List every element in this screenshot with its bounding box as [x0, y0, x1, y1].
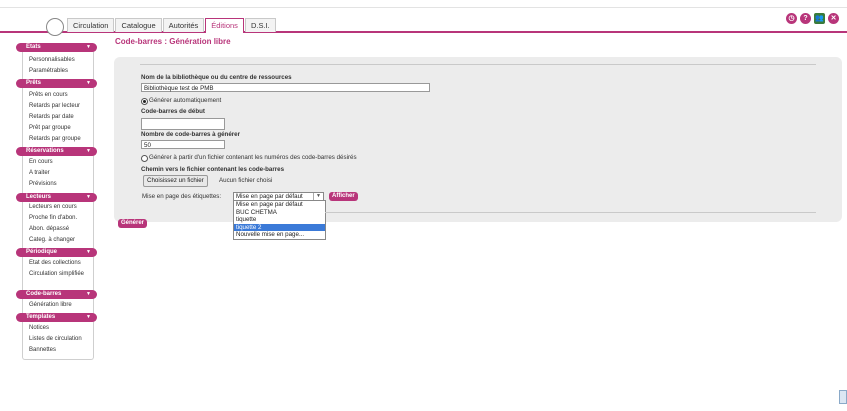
layout-dropdown: Mise en page par défaut BUC CHETMA tique… — [233, 200, 326, 240]
top-icon-bar: ◷ ? 👥 ✕ — [786, 13, 839, 24]
sidebar-item-prets-en-cours[interactable]: Prêts en cours — [29, 92, 91, 99]
sidebar-item-personnalisables[interactable]: Personnalisables — [29, 57, 91, 64]
layout-label: Mise en page des étiquettes: — [142, 193, 222, 200]
logo[interactable] — [46, 18, 64, 36]
sidebar-item-retards-date[interactable]: Retards par date — [29, 114, 91, 121]
sidebar-section-etats[interactable]: Etats ▼ — [16, 43, 97, 52]
sidebar-section-templates[interactable]: Templates ▼ — [16, 313, 97, 322]
layout-option[interactable]: Nouvelle mise en page... — [234, 231, 325, 239]
main-tabs: Circulation Catalogue Autorités Éditions… — [67, 18, 277, 33]
chevron-down-icon: ▼ — [86, 314, 91, 320]
user-group-icon[interactable]: 👥 — [814, 13, 825, 24]
chevron-down-icon: ▼ — [86, 148, 91, 154]
barcode-count-label: Nombre de code-barres à générer — [141, 131, 241, 138]
radio-auto-label: Générer automatiquement — [149, 97, 222, 104]
sidebar-item-parametrables[interactable]: Paramétrables — [29, 68, 91, 75]
chevron-down-icon: ▼ — [313, 193, 323, 200]
panel-top-divider — [140, 64, 816, 65]
sidebar-section-reservations[interactable]: Réservations ▼ — [16, 147, 97, 156]
sidebar-item-abon-depasse[interactable]: Abon. dépassé — [29, 226, 91, 233]
sidebar-item-notices[interactable]: Notices — [29, 325, 91, 332]
sidebar-item-lecteurs-en-cours[interactable]: Lecteurs en cours — [29, 204, 91, 211]
barcode-count-input[interactable]: 50 — [141, 140, 225, 149]
sidebar-item-previsions[interactable]: Prévisions — [29, 181, 91, 188]
chevron-down-icon: ▼ — [86, 44, 91, 50]
sidebar-section-lecteurs[interactable]: Lecteurs ▼ — [16, 193, 97, 202]
sidebar-item-proche-fin[interactable]: Proche fin d'abon. — [29, 215, 91, 222]
sidebar-item-retards-lecteur[interactable]: Retards par lecteur — [29, 103, 91, 110]
tab-circulation[interactable]: Circulation — [67, 18, 115, 32]
layout-option[interactable]: Mise en page par défaut — [234, 201, 325, 209]
sidebar-item-bannettes[interactable]: Bannettes — [29, 347, 91, 354]
sidebar-item-generation-libre[interactable]: Génération libre — [29, 302, 91, 309]
sidebar-item-listes-circulation[interactable]: Listes de circulation — [29, 336, 91, 343]
radio-file[interactable] — [141, 155, 148, 162]
top-divider — [0, 7, 847, 8]
sidebar-item-categ-changer[interactable]: Categ. à changer — [29, 237, 91, 244]
start-barcode-input[interactable] — [141, 118, 225, 130]
radio-file-label: Générer à partir d'un fichier contenant … — [149, 154, 357, 161]
file-none-text: Aucun fichier choisi — [219, 177, 273, 184]
layout-select-value: Mise en page par défaut — [236, 193, 303, 200]
chevron-down-icon: ▼ — [86, 291, 91, 297]
sidebar-item-pret-groupe[interactable]: Prêt par groupe — [29, 125, 91, 132]
sidebar-item-circulation-simplifiee[interactable]: Circulation simplifiée — [29, 271, 91, 278]
sidebar-item-a-traiter[interactable]: A traiter — [29, 170, 91, 177]
tab-editions[interactable]: Éditions — [205, 18, 244, 33]
chevron-down-icon: ▼ — [86, 194, 91, 200]
generate-button[interactable]: Générer — [118, 219, 148, 228]
show-button[interactable]: Afficher — [329, 192, 358, 201]
sidebar-item-retards-groupe[interactable]: Retards par groupe — [29, 136, 91, 143]
file-path-label: Chemin vers le fichier contenant les cod… — [141, 166, 285, 173]
start-barcode-label: Code-barres de début — [141, 108, 205, 115]
chevron-down-icon: ▼ — [86, 249, 91, 255]
chevron-down-icon: ▼ — [86, 80, 91, 86]
history-icon[interactable]: ◷ — [786, 13, 797, 24]
sidebar-section-prets[interactable]: Prêts ▼ — [16, 79, 97, 88]
tab-dsi[interactable]: D.S.I. — [244, 18, 276, 32]
sidebar-section-code-barres[interactable]: Code-barres ▼ — [16, 290, 97, 299]
panel-bottom-divider — [325, 212, 816, 213]
sidebar-section-periodique[interactable]: Périodique ▼ — [16, 248, 97, 257]
layout-option[interactable]: BUC CHETMA — [234, 209, 325, 217]
layout-option[interactable]: tiquette — [234, 216, 325, 224]
help-icon[interactable]: ? — [800, 13, 811, 24]
close-icon[interactable]: ✕ — [828, 13, 839, 24]
library-label: Nom de la bibliothèque ou du centre de r… — [141, 74, 292, 81]
page-title: Code-barres : Génération libre — [115, 37, 231, 46]
tab-catalogue[interactable]: Catalogue — [115, 18, 162, 32]
layout-option-highlighted[interactable]: tiquette 2 — [234, 223, 325, 231]
radio-auto[interactable] — [141, 98, 148, 105]
tab-autorites[interactable]: Autorités — [162, 18, 205, 32]
sidebar-item-etat-collections[interactable]: Etat des collections — [29, 260, 91, 267]
scroll-corner[interactable] — [839, 390, 847, 404]
sidebar-item-en-cours[interactable]: En cours — [29, 159, 91, 166]
choose-file-button[interactable]: Choisissez un fichier — [143, 175, 208, 187]
library-name-input[interactable]: Bibliothèque test de PMB — [141, 83, 430, 92]
